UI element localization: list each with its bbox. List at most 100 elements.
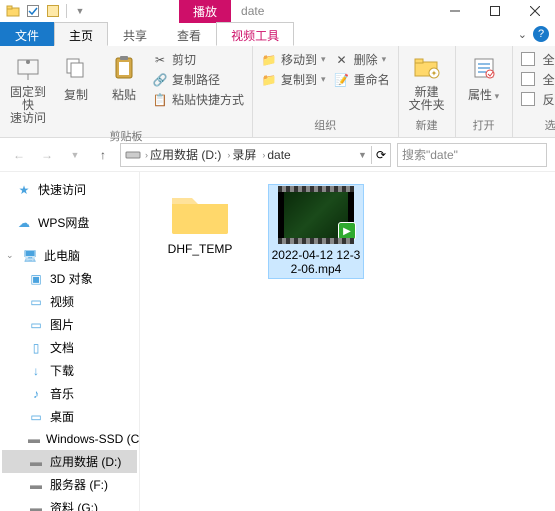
file-name: 2022-04-12 12-32-06.mp4 <box>271 248 361 277</box>
address-bar[interactable]: ›应用数据 (D:) ›录屏 ›date ▼ ⟳ <box>120 143 391 167</box>
navigation-pane: ★快速访问 ☁WPS网盘 ⌄🖥此电脑 ▣3D 对象 ▭视频 ▭图片 ▯文档 ↓下… <box>0 172 140 511</box>
new-folder-icon: ✦ <box>411 52 443 84</box>
star-icon: ★ <box>16 182 32 198</box>
ribbon-collapse-icon[interactable]: ⌄ <box>518 28 527 41</box>
nav-desktop[interactable]: ▭桌面 <box>2 405 137 428</box>
nav-drive-f[interactable]: ▬服务器 (F:) <box>2 473 137 496</box>
copy-to-button[interactable]: 📁复制到 <box>259 70 328 89</box>
refresh-button[interactable]: ⟳ <box>376 148 386 162</box>
nav-this-pc[interactable]: ⌄🖥此电脑 <box>2 244 137 267</box>
tab-view[interactable]: 查看 <box>162 22 216 46</box>
copy-icon <box>60 52 92 84</box>
back-button[interactable]: ← <box>8 144 30 166</box>
group-label: 新建 <box>405 115 449 135</box>
quick-access-toolbar: ▼ <box>0 2 89 20</box>
close-button[interactable] <box>515 0 555 22</box>
play-badge-icon: ▶ <box>338 222 356 240</box>
folder-item[interactable]: DHF_TEMP <box>152 184 248 258</box>
up-button[interactable]: ↑ <box>92 144 114 166</box>
recent-dropdown[interactable]: ▼ <box>64 144 86 166</box>
qat-dropdown-icon[interactable]: ▼ <box>71 2 89 20</box>
nav-pictures[interactable]: ▭图片 <box>2 313 137 336</box>
nav-wps[interactable]: ☁WPS网盘 <box>2 211 137 234</box>
cut-button[interactable]: ✂剪切 <box>150 50 246 69</box>
body: ★快速访问 ☁WPS网盘 ⌄🖥此电脑 ▣3D 对象 ▭视频 ▭图片 ▯文档 ↓下… <box>0 172 555 511</box>
title-bar: ▼ 播放 date <box>0 0 555 22</box>
group-new: ✦ 新建 文件夹 新建 <box>399 46 456 137</box>
group-organize: 📁移动到 📁复制到 ✕删除 📝重命名 组织 <box>253 46 399 137</box>
crumb[interactable]: ›date <box>260 148 292 162</box>
nav-documents[interactable]: ▯文档 <box>2 336 137 359</box>
invert-selection-button[interactable]: 反向选择 <box>519 90 555 109</box>
address-dropdown-icon[interactable]: ▼ <box>358 150 367 160</box>
nav-music[interactable]: ♪音乐 <box>2 382 137 405</box>
properties-button[interactable]: 属性 <box>462 48 506 103</box>
rename-button[interactable]: 📝重命名 <box>332 70 392 89</box>
cloud-icon: ☁ <box>16 215 32 231</box>
file-name: DHF_TEMP <box>168 242 233 256</box>
delete-icon: ✕ <box>334 52 350 68</box>
group-clipboard: 固定到快 速访问 复制 粘贴 ✂剪切 🔗复制路径 📋粘贴快捷方式 剪贴板 <box>0 46 253 137</box>
group-label: 组织 <box>259 115 392 135</box>
group-label: 选择 <box>519 115 555 135</box>
nav-3d-objects[interactable]: ▣3D 对象 <box>2 267 137 290</box>
select-none-button[interactable]: 全部取消 <box>519 70 555 89</box>
move-to-button[interactable]: 📁移动到 <box>259 50 328 69</box>
nav-quick-access[interactable]: ★快速访问 <box>2 178 137 201</box>
select-all-button[interactable]: 全部选择 <box>519 50 555 69</box>
search-input[interactable]: 搜索"date" <box>397 143 547 167</box>
tab-share[interactable]: 共享 <box>108 22 162 46</box>
move-icon: 📁 <box>261 52 277 68</box>
nav-videos[interactable]: ▭视频 <box>2 290 137 313</box>
copy-path-button[interactable]: 🔗复制路径 <box>150 70 246 89</box>
video-icon: ▭ <box>28 294 44 310</box>
delete-button[interactable]: ✕删除 <box>332 50 392 69</box>
minimize-button[interactable] <box>435 0 475 22</box>
pc-icon: 🖥 <box>22 248 38 264</box>
drive-icon: ▬ <box>28 500 44 511</box>
overflow-icon[interactable] <box>44 2 62 20</box>
copy-to-icon: 📁 <box>261 72 277 88</box>
download-icon: ↓ <box>28 363 44 379</box>
copy-button[interactable]: 复制 <box>54 48 98 103</box>
window-title: date <box>231 4 264 18</box>
search-placeholder: 搜索"date" <box>402 146 458 163</box>
maximize-button[interactable] <box>475 0 515 22</box>
music-icon: ♪ <box>28 386 44 402</box>
contextual-tab-label: 播放 <box>179 0 231 23</box>
paste-shortcut-button[interactable]: 📋粘贴快捷方式 <box>150 90 246 109</box>
nav-drive-c[interactable]: ▬Windows-SSD (C:) <box>2 428 137 450</box>
tab-file[interactable]: 文件 <box>0 22 54 46</box>
forward-button[interactable]: → <box>36 144 58 166</box>
nav-drive-d[interactable]: ▬应用数据 (D:) <box>2 450 137 473</box>
pin-label: 固定到快 速访问 <box>6 86 50 126</box>
tab-video-tools[interactable]: 视频工具 <box>216 22 294 46</box>
crumb[interactable]: ›录屏 <box>225 146 258 163</box>
invert-icon <box>521 92 539 107</box>
address-bar-row: ← → ▼ ↑ ›应用数据 (D:) ›录屏 ›date ▼ ⟳ 搜索"date… <box>0 138 555 172</box>
nav-downloads[interactable]: ↓下载 <box>2 359 137 382</box>
paste-label: 粘贴 <box>112 86 136 103</box>
properties-label: 属性 <box>468 86 499 103</box>
properties-icon <box>468 52 500 84</box>
tab-home[interactable]: 主页 <box>54 22 108 46</box>
paste-icon <box>108 52 140 84</box>
pin-icon <box>12 52 44 84</box>
svg-text:✦: ✦ <box>430 69 437 78</box>
new-folder-button[interactable]: ✦ 新建 文件夹 <box>405 48 449 112</box>
crumb[interactable]: ›应用数据 (D:) <box>143 146 223 163</box>
drive-icon: ▬ <box>28 431 40 447</box>
video-file-item[interactable]: ▶ 2022-04-12 12-32-06.mp4 <box>268 184 364 279</box>
help-icon[interactable]: ? <box>533 26 549 42</box>
copy-label: 复制 <box>64 86 88 103</box>
video-thumbnail: ▶ <box>278 186 354 244</box>
check-icon <box>521 52 539 67</box>
file-list[interactable]: DHF_TEMP ▶ 2022-04-12 12-32-06.mp4 <box>140 172 555 511</box>
paste-button[interactable]: 粘贴 <box>102 48 146 103</box>
group-open: 属性 打开 <box>456 46 513 137</box>
folder-icon[interactable] <box>4 2 22 20</box>
pin-button[interactable]: 固定到快 速访问 <box>6 48 50 126</box>
checkbox-icon[interactable] <box>24 2 42 20</box>
folder-icon <box>168 186 232 238</box>
nav-drive-g[interactable]: ▬资料 (G:) <box>2 496 137 511</box>
